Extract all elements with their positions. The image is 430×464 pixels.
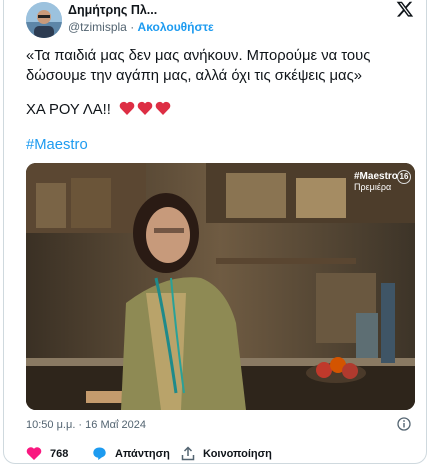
reply-button[interactable]: Απάντηση bbox=[92, 446, 170, 461]
tweet-header: Δημήτρης Πλ... @tzimispla · Ακολουθήστε bbox=[26, 0, 424, 44]
avatar[interactable] bbox=[26, 2, 62, 38]
author-meta: @tzimispla · Ακολουθήστε bbox=[68, 20, 214, 34]
author-name[interactable]: Δημήτρης Πλ... bbox=[68, 3, 157, 17]
tweet-exclamation: ΧΑ ΡΟΥ ΛΑ!! bbox=[26, 102, 111, 118]
overlay-brand-name: #Maestro bbox=[354, 171, 398, 182]
tweet-quote: «Τα παιδιά μας δεν μας ανήκουν. Μπορούμε… bbox=[26, 48, 371, 84]
channel-overlay: #Maestro Πρεμιέρα bbox=[354, 171, 398, 193]
info-icon[interactable] bbox=[397, 417, 411, 431]
tweet-timestamp[interactable]: 10:50 μ.μ. · 16 Μαΐ 2024 bbox=[26, 419, 146, 431]
reply-bubble-icon bbox=[93, 447, 106, 460]
author-handle[interactable]: @tzimispla bbox=[68, 20, 127, 34]
video-media[interactable]: #Maestro Πρεμιέρα 16 bbox=[26, 163, 415, 410]
age-rating-badge: 16 bbox=[397, 170, 411, 184]
overlay-subtitle: Πρεμιέρα bbox=[354, 182, 392, 192]
share-button[interactable]: Κοινοποίηση bbox=[181, 446, 272, 461]
like-button[interactable]: 768 bbox=[26, 446, 68, 461]
heart-icon bbox=[26, 447, 42, 460]
x-logo-icon[interactable] bbox=[396, 0, 414, 18]
like-count: 768 bbox=[50, 447, 69, 460]
hearts-emoji bbox=[115, 101, 171, 118]
share-icon bbox=[181, 446, 195, 461]
video-still bbox=[26, 163, 415, 410]
share-label: Κοινοποίηση bbox=[203, 447, 272, 460]
tweet-card: Δημήτρης Πλ... @tzimispla · Ακολουθήστε … bbox=[3, 0, 427, 464]
reply-label: Απάντηση bbox=[115, 447, 170, 460]
tweet-text: «Τα παιδιά μας δεν μας ανήκουν. Μπορούμε… bbox=[26, 46, 406, 120]
separator-dot: · bbox=[130, 20, 135, 34]
hashtag-link[interactable]: #Maestro bbox=[26, 137, 88, 153]
tweet-exclamation-line: ΧΑ ΡΟΥ ΛΑ!! bbox=[26, 100, 406, 120]
follow-button[interactable]: Ακολουθήστε bbox=[138, 20, 214, 34]
